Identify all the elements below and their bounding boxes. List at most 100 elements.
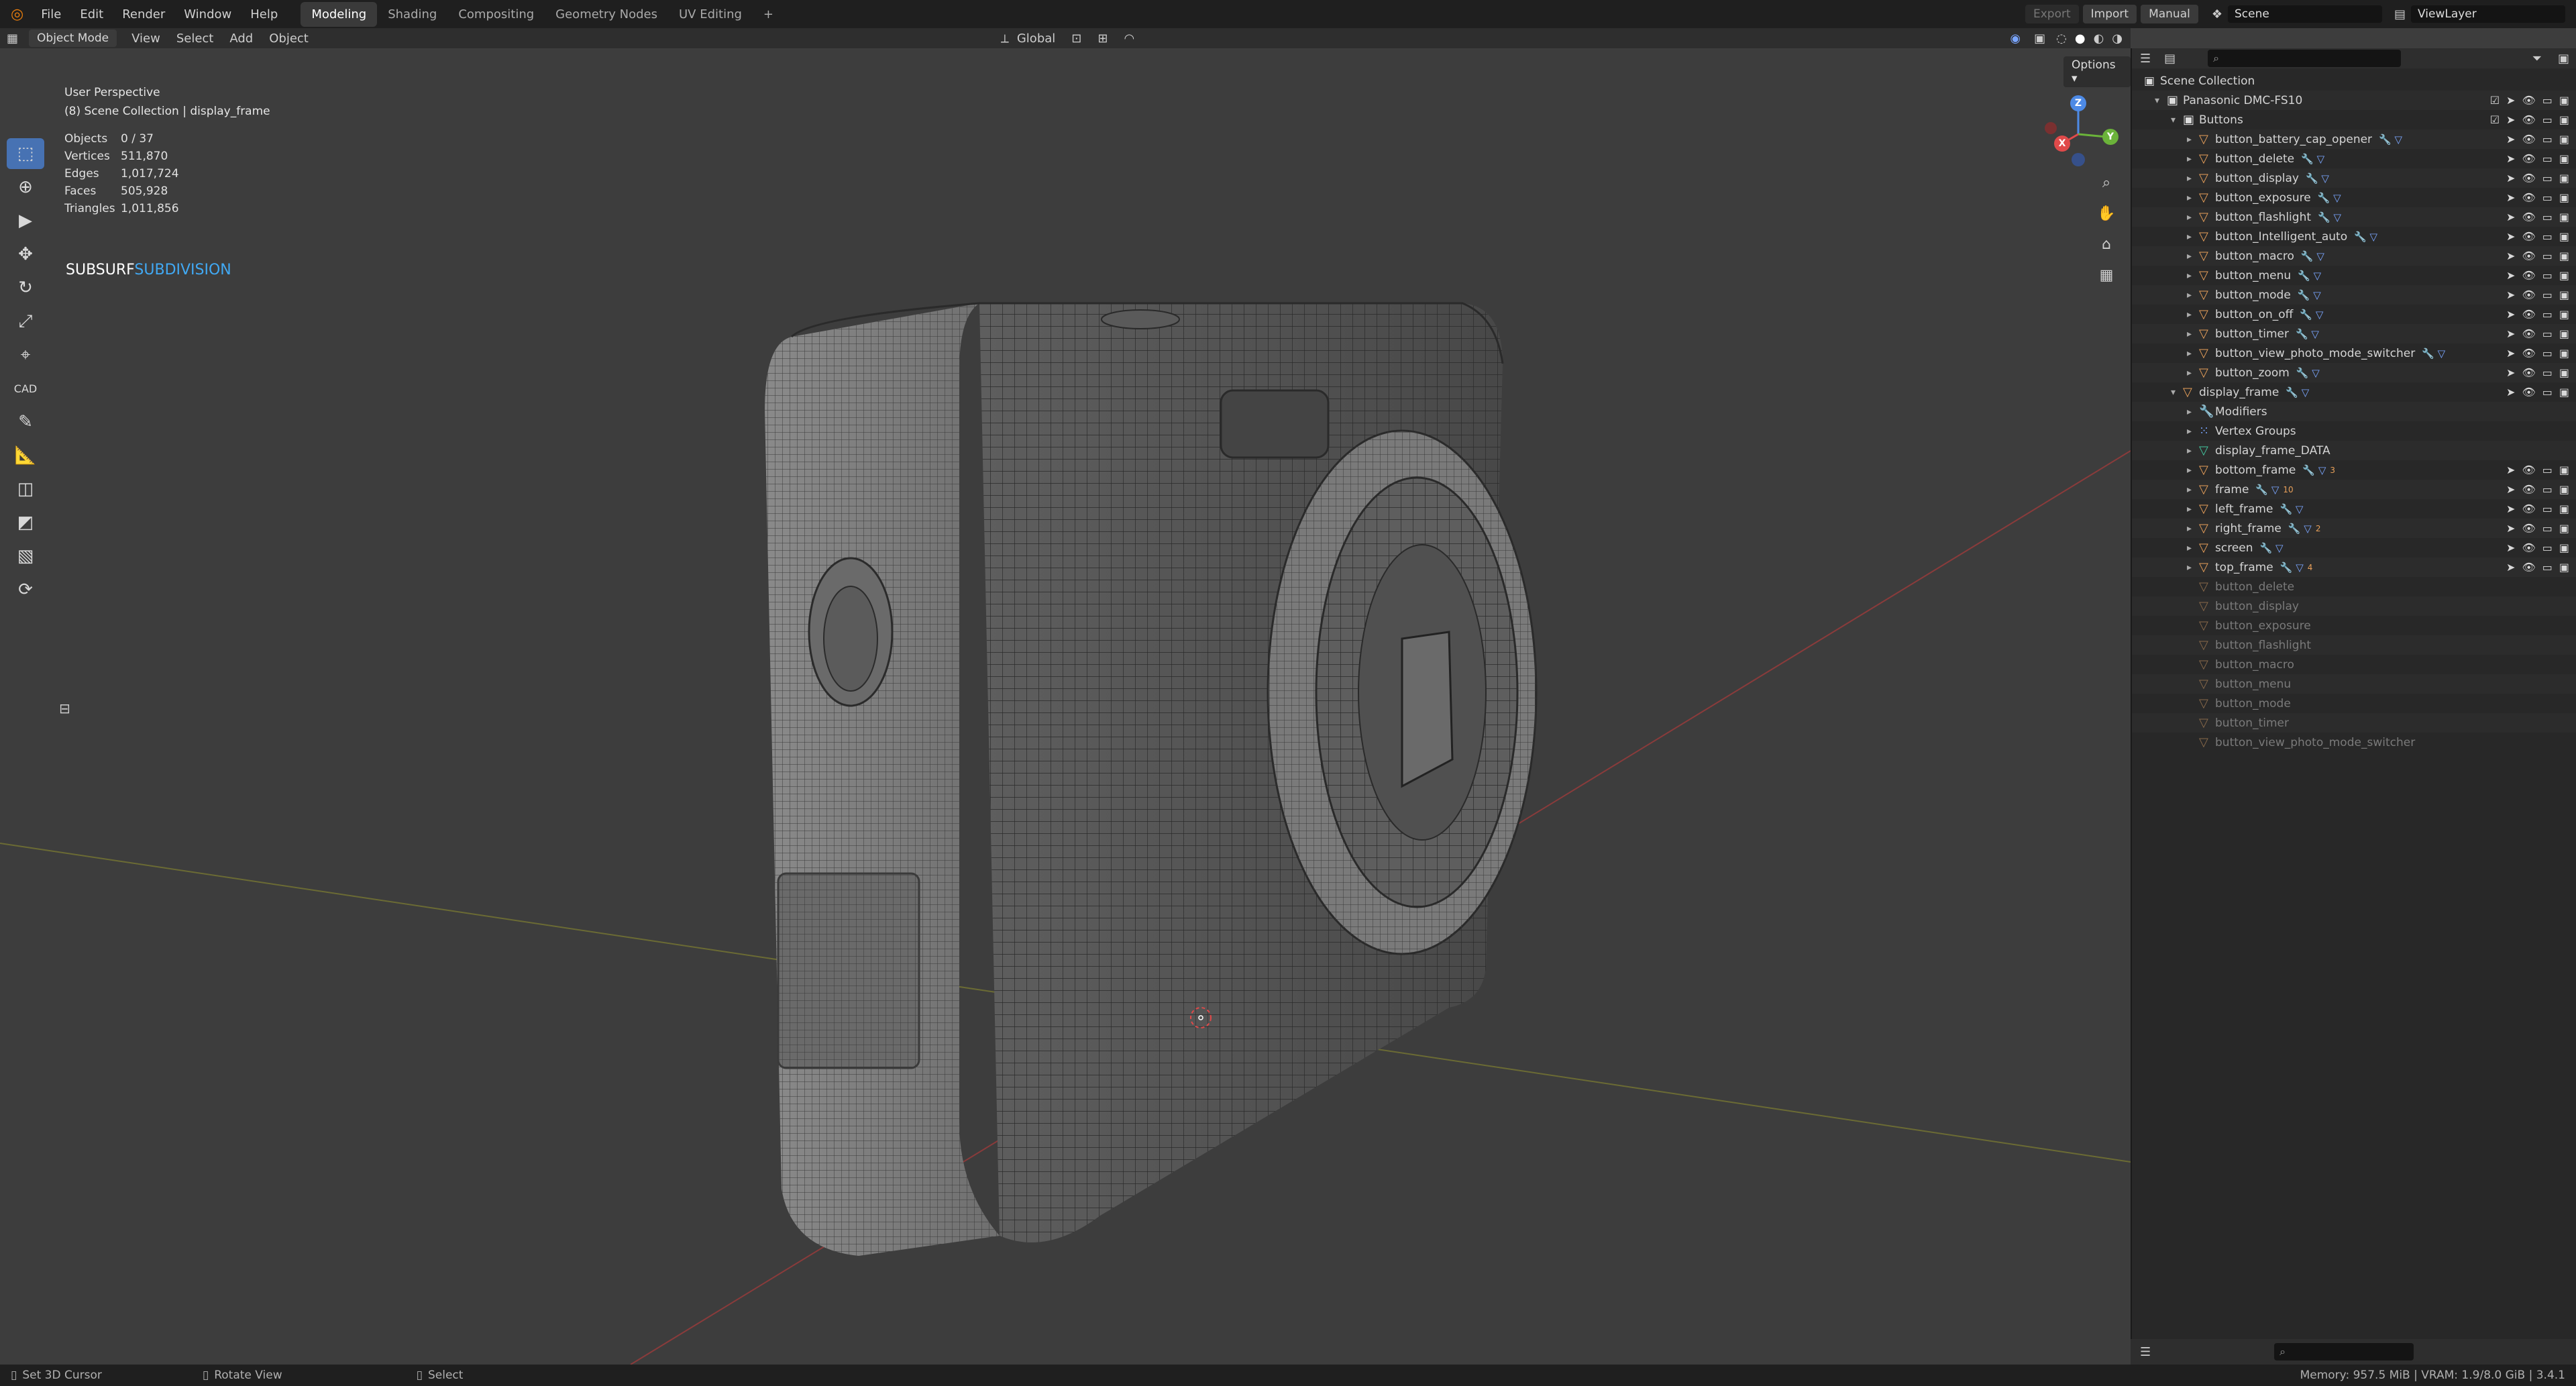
modifier-icon[interactable]: 🔧 ▽ bbox=[2298, 270, 2321, 282]
select-toggle-icon[interactable]: ➤ bbox=[2506, 327, 2515, 340]
outliner-row[interactable]: ▸ ▽ button_flashlight 🔧 ▽ ➤ 👁 ▭ ▣ bbox=[2132, 207, 2576, 227]
render-camera-icon[interactable]: ▣ bbox=[2559, 94, 2569, 107]
select-toggle-icon[interactable]: ➤ bbox=[2506, 541, 2515, 554]
select-toggle-icon[interactable]: ➤ bbox=[2506, 94, 2515, 107]
outliner-row[interactable]: ▾ ▣ Buttons ☑ ➤ 👁 ▭ ▣ bbox=[2132, 110, 2576, 129]
render-camera-icon[interactable]: ▣ bbox=[2559, 250, 2569, 262]
viewport-toggle-icon[interactable]: ▭ bbox=[2542, 133, 2553, 146]
modifier-icon[interactable]: 🔧 ▽ bbox=[2296, 328, 2319, 340]
outliner-row[interactable]: ▾ ▣ Panasonic DMC-FS10 ☑ ➤ 👁 ▭ ▣ bbox=[2132, 91, 2576, 110]
gizmo-neg-x-icon[interactable] bbox=[2045, 122, 2057, 134]
eye-icon[interactable]: 👁 bbox=[2522, 366, 2535, 379]
modifier-icon[interactable]: 🔧 ▽ bbox=[2298, 289, 2321, 301]
select-toggle-icon[interactable]: ➤ bbox=[2506, 561, 2515, 574]
expand-arrow-icon[interactable]: ▸ bbox=[2187, 523, 2199, 534]
viewport-toggle-icon[interactable]: ▭ bbox=[2542, 386, 2553, 398]
select-toggle-icon[interactable]: ➤ bbox=[2506, 366, 2515, 379]
new-collection-icon[interactable]: ▣ bbox=[2550, 52, 2576, 66]
select-toggle-icon[interactable]: ➤ bbox=[2506, 386, 2515, 398]
visibility-toggles[interactable]: ➤ 👁 ▭ ▣ bbox=[2506, 308, 2569, 321]
visibility-toggles[interactable]: ➤ 👁 ▭ ▣ bbox=[2506, 347, 2569, 360]
eye-icon[interactable]: 👁 bbox=[2522, 113, 2535, 126]
proportional-edit-icon[interactable]: ◠ bbox=[1116, 32, 1142, 46]
editor-type-icon[interactable]: ▦ bbox=[0, 32, 25, 46]
outliner-row[interactable]: ▸ ▽ button_macro 🔧 ▽ ➤ 👁 ▭ ▣ bbox=[2132, 246, 2576, 266]
measure-tool-icon[interactable]: 📐 bbox=[7, 440, 44, 471]
viewport-toggle-icon[interactable]: ▭ bbox=[2542, 502, 2553, 515]
modifier-icon[interactable]: 🔧 ▽ bbox=[2279, 503, 2303, 515]
menu-file[interactable]: File bbox=[32, 7, 70, 21]
outliner-row[interactable]: ▸ ▽ top_frame 🔧 ▽ 4 ➤ 👁 ▭ ▣ bbox=[2132, 557, 2576, 577]
outliner-row[interactable]: ▸ ▽ button_mode 🔧 ▽ ➤ 👁 ▭ ▣ bbox=[2132, 285, 2576, 305]
eye-icon[interactable]: 👁 bbox=[2522, 94, 2535, 107]
gizmo-z-icon[interactable]: Z bbox=[2070, 95, 2086, 111]
annotate-tool-icon[interactable]: ✎ bbox=[7, 407, 44, 437]
scene-selector[interactable]: Scene bbox=[2227, 5, 2382, 23]
select-toggle-icon[interactable]: ➤ bbox=[2506, 269, 2515, 282]
shear-tool-icon[interactable]: ◩ bbox=[7, 507, 44, 538]
expand-arrow-icon[interactable]: ▸ bbox=[2187, 465, 2199, 476]
select-toggle-icon[interactable]: ➤ bbox=[2506, 502, 2515, 515]
viewport-toggle-icon[interactable]: ▭ bbox=[2542, 522, 2553, 535]
blender-logo-icon[interactable]: ◎ bbox=[0, 6, 32, 23]
eye-icon[interactable]: 👁 bbox=[2522, 152, 2535, 165]
outliner-row[interactable]: ▽ button_delete bbox=[2132, 577, 2576, 596]
tab-geometry-nodes[interactable]: Geometry Nodes bbox=[545, 2, 668, 27]
expand-arrow-icon[interactable]: ▸ bbox=[2187, 290, 2199, 301]
expand-arrow-icon[interactable]: ▸ bbox=[2187, 154, 2199, 164]
render-camera-icon[interactable]: ▣ bbox=[2559, 172, 2569, 184]
eye-icon[interactable]: 👁 bbox=[2522, 211, 2535, 223]
expand-arrow-icon[interactable]: ▸ bbox=[2187, 504, 2199, 515]
eye-icon[interactable]: 👁 bbox=[2522, 502, 2535, 515]
properties-type-icon[interactable]: ☰ bbox=[2131, 1345, 2160, 1359]
outliner-type-icon[interactable]: ☰ bbox=[2132, 52, 2159, 66]
viewport-toggle-icon[interactable]: ▭ bbox=[2542, 561, 2553, 574]
modifier-icon[interactable]: 🔧 ▽ bbox=[2354, 231, 2377, 243]
render-camera-icon[interactable]: ▣ bbox=[2559, 327, 2569, 340]
expand-arrow-icon[interactable]: ▸ bbox=[2187, 212, 2199, 223]
eye-icon[interactable]: 👁 bbox=[2522, 308, 2535, 321]
outliner-row[interactable]: ▽ button_menu bbox=[2132, 674, 2576, 694]
menu-object[interactable]: Object bbox=[261, 32, 317, 46]
xray-icon[interactable]: ▣ bbox=[2027, 32, 2052, 46]
select-toggle-icon[interactable]: ➤ bbox=[2506, 250, 2515, 262]
eye-icon[interactable]: 👁 bbox=[2522, 250, 2535, 262]
viewport-toggle-icon[interactable]: ▭ bbox=[2542, 464, 2553, 476]
menu-window[interactable]: Window bbox=[174, 7, 241, 21]
3d-viewport[interactable]: User Perspective (8) Scene Collection | … bbox=[0, 48, 2131, 1365]
rotate-tool-icon[interactable]: ↻ bbox=[7, 272, 44, 303]
visibility-toggles[interactable]: ➤ 👁 ▭ ▣ bbox=[2506, 152, 2569, 165]
viewport-toggle-icon[interactable]: ▭ bbox=[2542, 250, 2553, 262]
modifier-icon[interactable]: 🔧 ▽ bbox=[2296, 367, 2320, 379]
outliner-row[interactable]: ▽ button_timer bbox=[2132, 713, 2576, 733]
mode-selector[interactable]: Object Mode bbox=[29, 30, 117, 47]
viewport-toggle-icon[interactable]: ▭ bbox=[2542, 172, 2553, 184]
expand-arrow-icon[interactable]: ▸ bbox=[2187, 231, 2199, 242]
menu-view[interactable]: View bbox=[123, 32, 168, 46]
render-camera-icon[interactable]: ▣ bbox=[2559, 386, 2569, 398]
viewport-toggle-icon[interactable]: ▭ bbox=[2542, 347, 2553, 360]
expand-arrow-icon[interactable]: ▸ bbox=[2187, 329, 2199, 339]
modifier-icon[interactable]: 🔧 ▽ bbox=[2422, 348, 2445, 360]
eye-icon[interactable]: 👁 bbox=[2522, 269, 2535, 282]
outliner-row[interactable]: ▸ ▽ button_timer 🔧 ▽ ➤ 👁 ▭ ▣ bbox=[2132, 324, 2576, 343]
viewport-toggle-icon[interactable]: ▭ bbox=[2542, 288, 2553, 301]
outliner-row[interactable]: ▸ ▽ button_on_off 🔧 ▽ ➤ 👁 ▭ ▣ bbox=[2132, 305, 2576, 324]
expand-arrow-icon[interactable]: ▸ bbox=[2187, 309, 2199, 320]
outliner-row[interactable]: ▽ button_view_photo_mode_switcher bbox=[2132, 733, 2576, 752]
render-camera-icon[interactable]: ▣ bbox=[2559, 522, 2569, 535]
visibility-toggles[interactable]: ☑ ➤ 👁 ▭ ▣ bbox=[2490, 113, 2569, 126]
eye-icon[interactable]: 👁 bbox=[2522, 191, 2535, 204]
image-tool-icon[interactable]: ▧ bbox=[7, 541, 44, 572]
render-camera-icon[interactable]: ▣ bbox=[2559, 152, 2569, 165]
select-toggle-icon[interactable]: ➤ bbox=[2506, 288, 2515, 301]
modifier-icon[interactable]: 🔧 ▽ bbox=[2286, 386, 2309, 398]
select-toggle-icon[interactable]: ➤ bbox=[2506, 191, 2515, 204]
visibility-toggles[interactable]: ➤ 👁 ▭ ▣ bbox=[2506, 366, 2569, 379]
outliner-row[interactable]: ▸ ▽ button_zoom 🔧 ▽ ➤ 👁 ▭ ▣ bbox=[2132, 363, 2576, 382]
select-toggle-icon[interactable]: ➤ bbox=[2506, 308, 2515, 321]
visibility-toggles[interactable]: ➤ 👁 ▭ ▣ bbox=[2506, 269, 2569, 282]
eye-icon[interactable]: 👁 bbox=[2522, 522, 2535, 535]
expand-arrow-icon[interactable]: ▸ bbox=[2187, 173, 2199, 184]
eye-icon[interactable]: 👁 bbox=[2522, 230, 2535, 243]
